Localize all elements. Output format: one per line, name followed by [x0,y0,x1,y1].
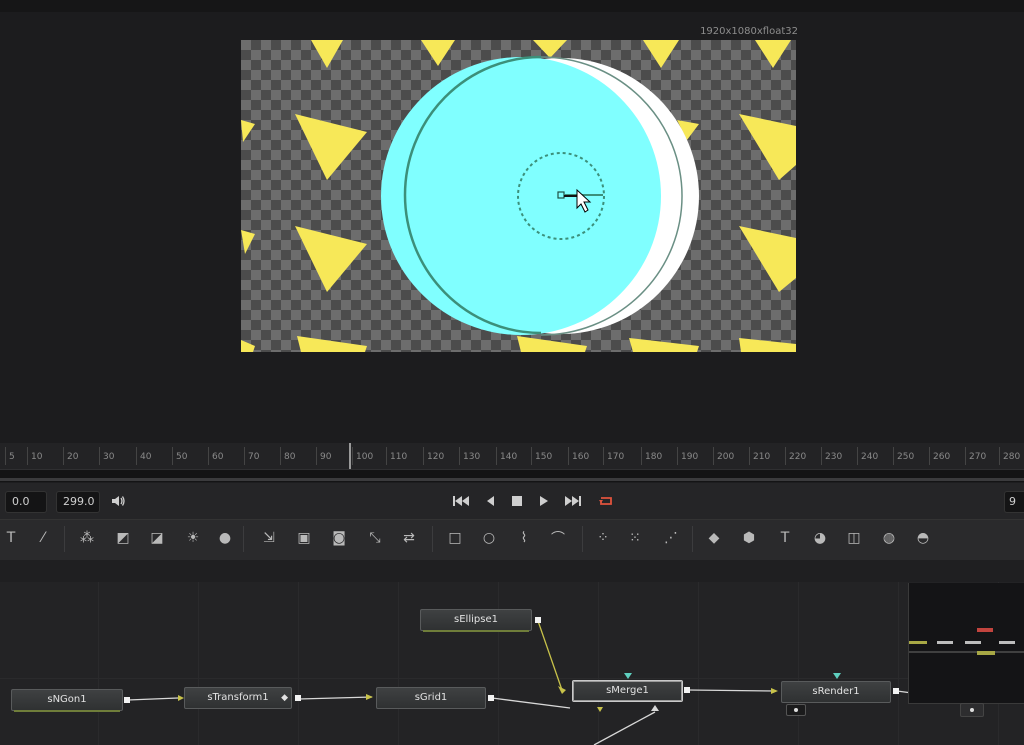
node-label: sNGon1 [47,694,87,705]
node-sellipse1[interactable]: sEllipse1 [420,609,532,632]
node-sgrid1[interactable]: sGrid1 [376,687,486,709]
navigator-toggle[interactable] [960,703,984,717]
node-smerge1[interactable]: sMerge1 [572,680,683,702]
node-label: sTransform1 [207,692,269,703]
node-output-port[interactable] [535,617,541,623]
node-label: sGrid1 [414,692,448,703]
node-output-port[interactable] [295,695,301,701]
node-label: sMerge1 [606,685,649,696]
node-srender1[interactable]: sRender1 [781,681,891,703]
node-output-port[interactable] [124,697,130,703]
node-output-port[interactable] [684,687,690,693]
keyframe-icon: ◆ [281,693,288,703]
navigator-preview [909,628,1024,655]
node-output-port[interactable] [893,688,899,694]
node-label: sEllipse1 [454,614,498,625]
node-stransform1[interactable]: sTransform1 ◆ [184,687,292,709]
node-sngon1[interactable]: sNGon1 [11,689,123,712]
view-indicator[interactable] [786,704,806,716]
node-label: sRender1 [812,686,860,697]
node-navigator[interactable] [908,583,1024,704]
node-connections [127,620,913,745]
node-output-port[interactable] [488,695,494,701]
